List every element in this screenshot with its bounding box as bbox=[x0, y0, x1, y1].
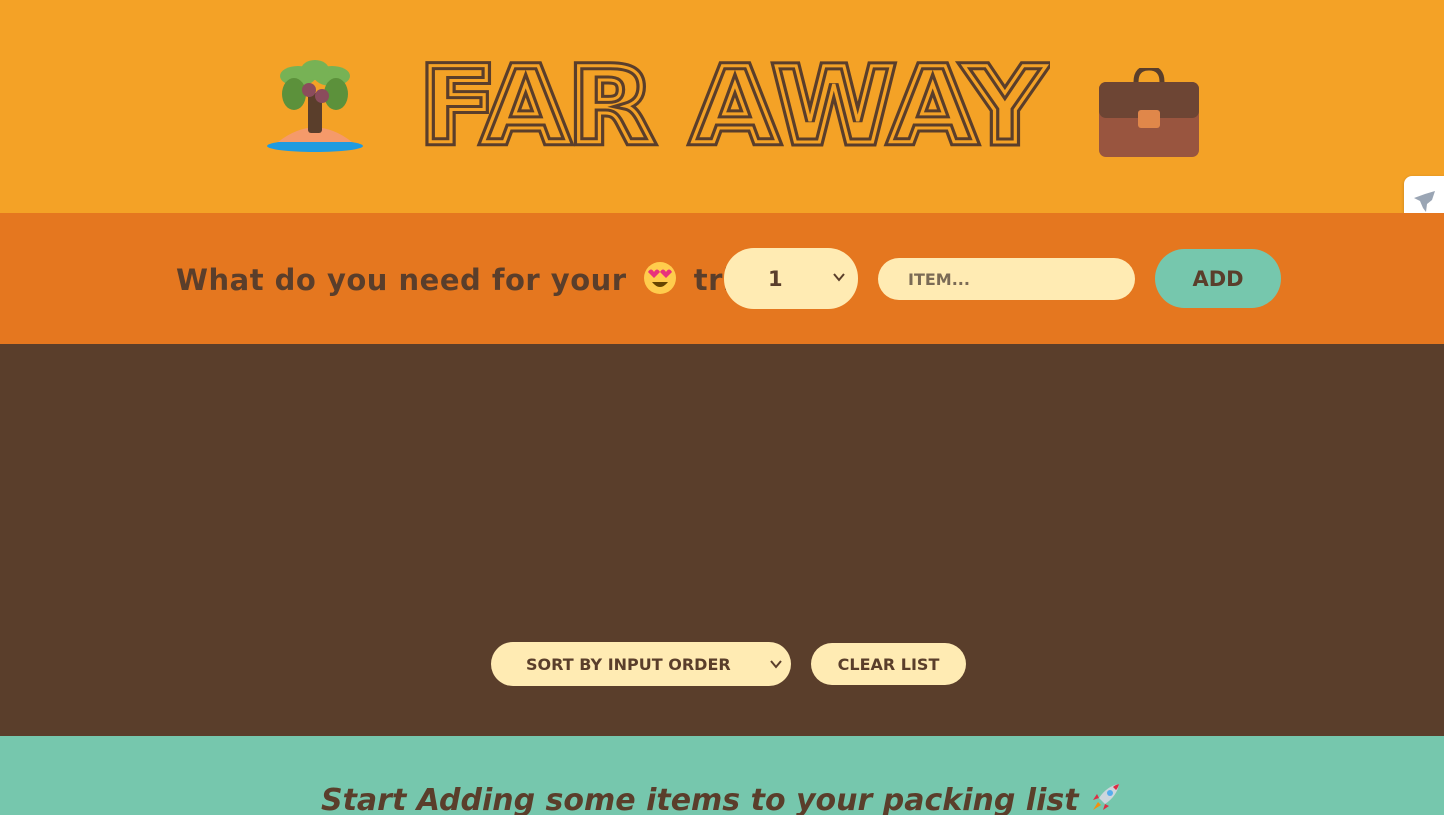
briefcase-icon bbox=[1099, 68, 1199, 157]
heart-eyes-face-icon bbox=[644, 262, 677, 294]
stats-message: Start Adding some items to your packing … bbox=[321, 780, 1123, 815]
app-header: FAR AWAY FAR AWAY bbox=[0, 0, 1444, 213]
sort-select-value: SORT BY INPUT ORDER bbox=[526, 654, 731, 674]
packing-list: SORT BY INPUT ORDER CLEAR LIST bbox=[0, 344, 1444, 736]
item-input[interactable]: ITEM... bbox=[878, 258, 1135, 300]
prompt-text-before: What do you need for your bbox=[176, 263, 627, 297]
chevron-down-icon bbox=[770, 660, 782, 669]
quantity-value: 1 bbox=[768, 266, 783, 291]
chevron-down-icon bbox=[833, 273, 845, 282]
quantity-select[interactable]: 1 bbox=[724, 248, 858, 309]
stats-message-text: Start Adding some items to your packing … bbox=[320, 783, 1079, 815]
form-prompt: What do you need for your trip? bbox=[176, 261, 772, 297]
palm-island-icon bbox=[267, 60, 363, 152]
extension-icon bbox=[1414, 191, 1435, 212]
item-input-placeholder: ITEM... bbox=[908, 269, 970, 289]
add-item-form: What do you need for your trip? 1 ITEM..… bbox=[0, 213, 1444, 344]
add-button[interactable]: ADD bbox=[1155, 249, 1281, 308]
sort-select[interactable]: SORT BY INPUT ORDER bbox=[491, 642, 791, 686]
app-title-logo: FAR AWAY FAR AWAY bbox=[420, 60, 1050, 150]
stats-footer: Start Adding some items to your packing … bbox=[0, 736, 1444, 815]
clear-list-button[interactable]: CLEAR LIST bbox=[811, 643, 966, 685]
rocket-icon bbox=[1093, 784, 1119, 810]
svg-text:FAR AWAY: FAR AWAY bbox=[420, 60, 1047, 150]
